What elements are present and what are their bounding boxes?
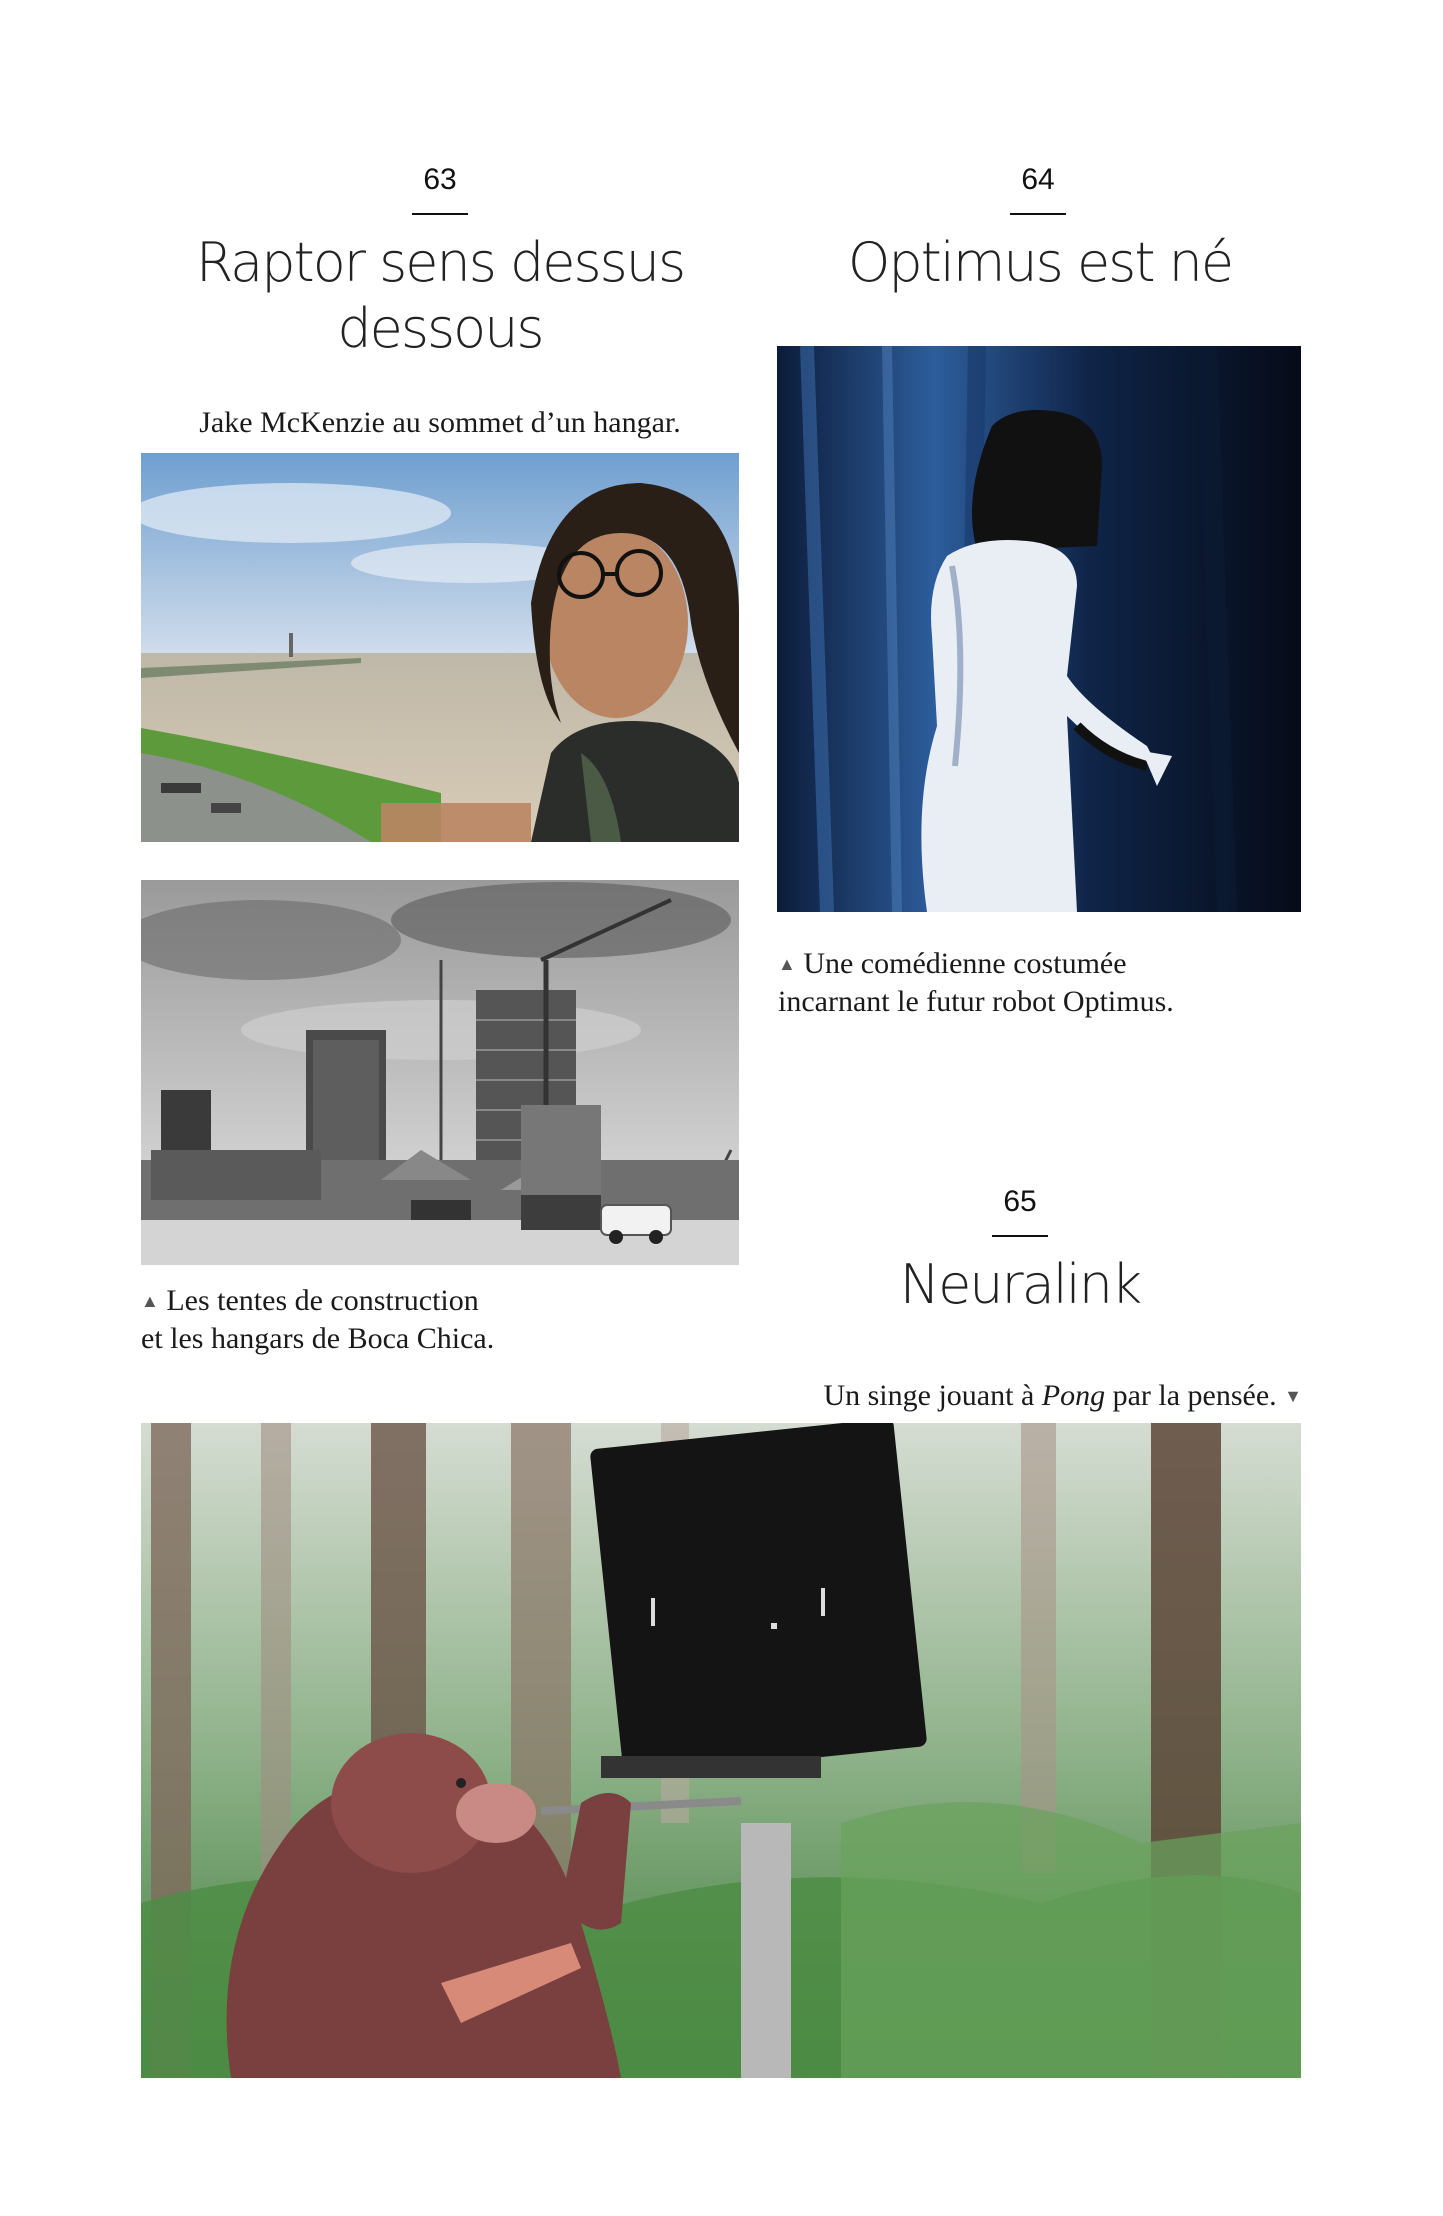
chapter-65-title: Neuralink: [899, 1253, 1143, 1316]
caption-optimus-line2: incarnant le futur robot Optimus.: [778, 985, 1174, 1018]
photo-boca-chica-construction: [141, 880, 739, 1265]
chapter-65-number: 65: [1003, 1185, 1037, 1218]
caption-neuralink-after: par la pensée.: [1105, 1379, 1277, 1412]
chapter-63-title: Raptor sens dessus dessous: [140, 230, 740, 362]
caption-boca-chica: ▲ Les tentes de construction et les hang…: [141, 1282, 701, 1357]
caption-neuralink-pong: Pong: [1041, 1379, 1106, 1412]
caption-boca-chica-line2: et les hangars de Boca Chica.: [141, 1322, 495, 1355]
chapter-63-title-line1: Raptor sens dessus: [195, 231, 686, 294]
caption-boca-chica-line1: Les tentes de construction: [166, 1284, 479, 1317]
chapter-64-rule: [1010, 213, 1066, 215]
caption-optimus-line1: Une comédienne costumée: [803, 947, 1127, 980]
triangle-up-icon: ▲: [778, 954, 796, 974]
caption-jake-mckenzie: Jake McKenzie au sommet d’un hangar.: [199, 406, 681, 439]
chapter-63-rule: [412, 213, 468, 215]
triangle-down-icon: ▼: [1284, 1386, 1302, 1406]
chapter-64-number: 64: [1021, 163, 1055, 196]
chapter-63-title-line2: dessous: [337, 297, 544, 360]
chapter-64-title: Optimus est né: [847, 231, 1234, 294]
chapter-65-rule: [992, 1235, 1048, 1237]
caption-neuralink-before: Un singe jouant à: [823, 1379, 1042, 1412]
caption-optimus: ▲ Une comédienne costumée incarnant le f…: [778, 945, 1318, 1020]
caption-neuralink: Un singe jouant à Pong par la pensée. ▼: [700, 1377, 1302, 1415]
photo-jake-mckenzie: [141, 453, 739, 842]
triangle-up-icon: ▲: [141, 1291, 159, 1311]
photo-neuralink-monkey: [141, 1423, 1301, 2078]
chapter-63-number: 63: [423, 163, 457, 196]
photo-optimus-actress: [777, 346, 1301, 912]
